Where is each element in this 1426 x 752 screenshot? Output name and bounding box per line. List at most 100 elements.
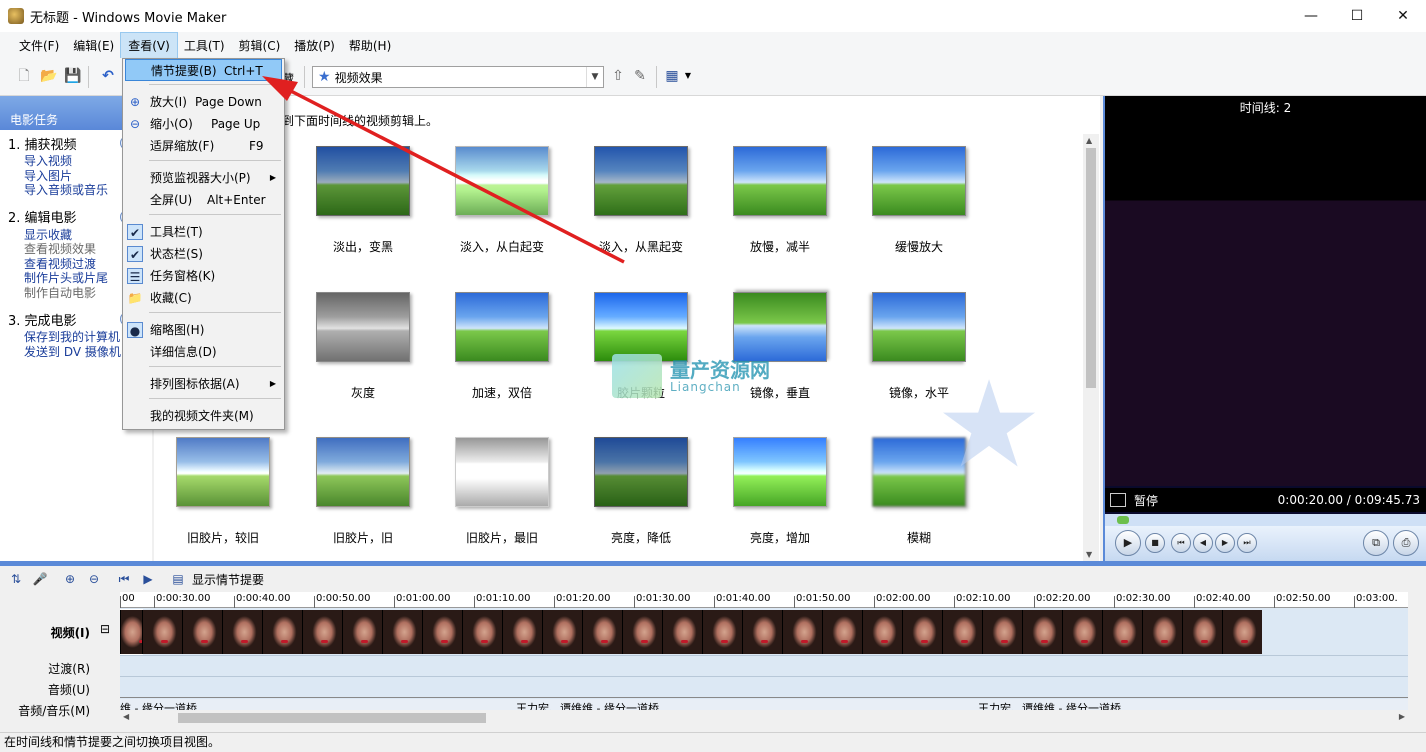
video-clip-frame[interactable] <box>182 610 222 654</box>
content-vertical-scrollbar[interactable]: ▲ ▼ <box>1083 134 1099 561</box>
up-level-icon[interactable]: ⇧ <box>610 68 626 84</box>
play-timeline-icon[interactable]: ▶ <box>140 571 156 587</box>
menu-play[interactable]: 播放(P) <box>287 33 342 58</box>
video-clip-frame[interactable] <box>622 610 662 654</box>
menu-item-my-videos[interactable]: 我的视频文件夹(M) <box>125 405 282 427</box>
video-clip-frame[interactable] <box>142 610 182 654</box>
effect-item[interactable]: 亮度，增加 <box>715 437 845 546</box>
rewind-timeline-icon[interactable]: ⏮ <box>116 571 132 587</box>
collection-select[interactable]: ★ 视频效果 ▼ <box>312 66 604 88</box>
snapshot-icon[interactable]: ⎙ <box>1393 530 1419 556</box>
new-file-icon[interactable]: 🗋 <box>16 68 32 84</box>
video-clip-frame[interactable] <box>1142 610 1182 654</box>
play-icon[interactable]: ▶ <box>1115 530 1141 556</box>
menu-file[interactable]: 文件(F) <box>12 33 66 58</box>
timeline-ruler[interactable]: 00 0:00:30.00 0:00:40.00 0:00:50.00 0:01… <box>120 592 1408 608</box>
transition-track[interactable] <box>120 655 1408 677</box>
forward-icon[interactable]: ▶ <box>1215 533 1235 553</box>
seek-knob[interactable] <box>1117 516 1129 524</box>
timeline-tracks[interactable]: 00 0:00:30.00 0:00:40.00 0:00:50.00 0:01… <box>120 592 1408 716</box>
video-clip-frame[interactable] <box>462 610 502 654</box>
effect-item[interactable]: 旧胶片，较旧 <box>158 437 288 546</box>
split-clip-icon[interactable]: ⧉ <box>1363 530 1389 556</box>
video-clip-frame[interactable] <box>262 610 302 654</box>
timeline-horizontal-scrollbar[interactable]: ◀ ▶ <box>120 710 1408 726</box>
previous-frame-icon[interactable]: ⏮ <box>1171 533 1191 553</box>
stop-icon[interactable]: ■ <box>1145 533 1165 553</box>
menu-item-status-bar[interactable]: ✔ 状态栏(S) <box>125 243 282 265</box>
video-clip-frame[interactable] <box>1022 610 1062 654</box>
video-clip-frame[interactable] <box>702 610 742 654</box>
video-clip-frame[interactable] <box>542 610 582 654</box>
video-clip-frame[interactable] <box>1102 610 1142 654</box>
video-track-expand-icon[interactable]: ⊟ <box>100 622 110 636</box>
video-clip-frame[interactable] <box>342 610 382 654</box>
set-audio-levels-icon[interactable]: ⇅ <box>8 571 24 587</box>
menu-item-zoom-in[interactable]: ⊕ 放大(I) Page Down <box>125 91 282 113</box>
effect-item[interactable]: 旧胶片，最旧 <box>437 437 567 546</box>
effect-item[interactable]: 加速，双倍 <box>437 292 567 401</box>
undo-icon[interactable]: ↶ <box>100 68 116 84</box>
menu-item-collections[interactable]: 📁 收藏(C) <box>125 287 282 309</box>
save-icon[interactable]: 💾 <box>64 68 81 84</box>
next-frame-icon[interactable]: ⏭ <box>1237 533 1257 553</box>
video-clip-frame[interactable] <box>742 610 782 654</box>
narrate-icon[interactable]: 🎤 <box>32 571 48 587</box>
video-clip-frame[interactable] <box>1222 610 1262 654</box>
menu-item-details[interactable]: 详细信息(D) <box>125 341 282 363</box>
menu-item-monitor-size[interactable]: 预览监视器大小(P) ▶ <box>125 167 282 189</box>
timeline-vertical-scrollbar[interactable] <box>1408 592 1426 716</box>
menu-item-zoom-to-fit[interactable]: 适屏缩放(F) F9 <box>125 135 282 157</box>
video-clip-frame[interactable] <box>382 610 422 654</box>
close-button[interactable]: ✕ <box>1380 0 1426 32</box>
menu-item-task-pane[interactable]: ☰ 任务窗格(K) <box>125 265 282 287</box>
effect-item[interactable]: 淡出，变黑 <box>298 146 428 255</box>
video-clip-frame[interactable] <box>502 610 542 654</box>
video-clip-frame[interactable] <box>222 610 262 654</box>
effect-item[interactable]: 灰度 <box>298 292 428 401</box>
storyboard-icon[interactable]: ▤ <box>170 571 186 587</box>
audio-track[interactable] <box>120 678 1408 698</box>
video-clip-frame[interactable] <box>1062 610 1102 654</box>
views-dropdown-icon[interactable]: ▼ <box>680 68 696 84</box>
zoom-in-icon[interactable]: ⊕ <box>62 571 78 587</box>
menu-edit[interactable]: 编辑(E) <box>66 33 121 58</box>
menu-item-thumbnails[interactable]: ● 缩略图(H) <box>125 319 282 341</box>
menu-item-storyboard[interactable]: 情节提要(B) Ctrl+T <box>125 59 282 81</box>
menu-help[interactable]: 帮助(H) <box>342 33 398 58</box>
video-clip-frame[interactable] <box>902 610 942 654</box>
video-clip-frame[interactable] <box>942 610 982 654</box>
video-clip-frame[interactable] <box>782 610 822 654</box>
zoom-out-icon[interactable]: ⊖ <box>86 571 102 587</box>
seek-bar[interactable] <box>1105 514 1426 526</box>
menu-clip[interactable]: 剪辑(C) <box>232 33 288 58</box>
rewind-icon[interactable]: ◀ <box>1193 533 1213 553</box>
video-track[interactable] <box>120 609 1408 655</box>
menu-item-zoom-out[interactable]: ⊖ 缩小(O) Page Up <box>125 113 282 135</box>
effect-item[interactable]: 旧胶片，旧 <box>298 437 428 546</box>
maximize-button[interactable]: ☐ <box>1334 0 1380 32</box>
chevron-down-icon[interactable]: ▼ <box>586 67 603 87</box>
new-collection-icon[interactable]: ✎ <box>632 68 648 84</box>
effect-item[interactable]: 缓慢放大 <box>854 146 984 255</box>
menu-tools[interactable]: 工具(T) <box>177 33 232 58</box>
show-storyboard-button[interactable]: 显示情节提要 <box>192 571 264 588</box>
views-icon[interactable]: ▦ <box>664 68 680 84</box>
effect-item[interactable]: 淡入，从黑起变 <box>576 146 706 255</box>
menu-view[interactable]: 查看(V) <box>120 31 178 59</box>
video-clip-frame[interactable] <box>862 610 902 654</box>
open-folder-icon[interactable]: 📂 <box>40 68 57 84</box>
video-clip-frame[interactable] <box>582 610 622 654</box>
video-clip-frame[interactable] <box>982 610 1022 654</box>
effect-item[interactable]: 亮度，降低 <box>576 437 706 546</box>
video-clip-frame[interactable] <box>1182 610 1222 654</box>
video-clip-frame[interactable] <box>822 610 862 654</box>
effect-item[interactable]: 淡入，从白起变 <box>437 146 567 255</box>
minimize-button[interactable]: — <box>1288 0 1334 32</box>
menu-item-full-screen[interactable]: 全屏(U) Alt+Enter <box>125 189 282 211</box>
video-clip-frame[interactable] <box>422 610 462 654</box>
video-clip-frame[interactable] <box>302 610 342 654</box>
fullscreen-icon[interactable] <box>1110 493 1126 507</box>
video-clip-frame[interactable] <box>120 609 146 655</box>
menu-item-arrange-icons[interactable]: 排列图标依据(A) ▶ <box>125 373 282 395</box>
